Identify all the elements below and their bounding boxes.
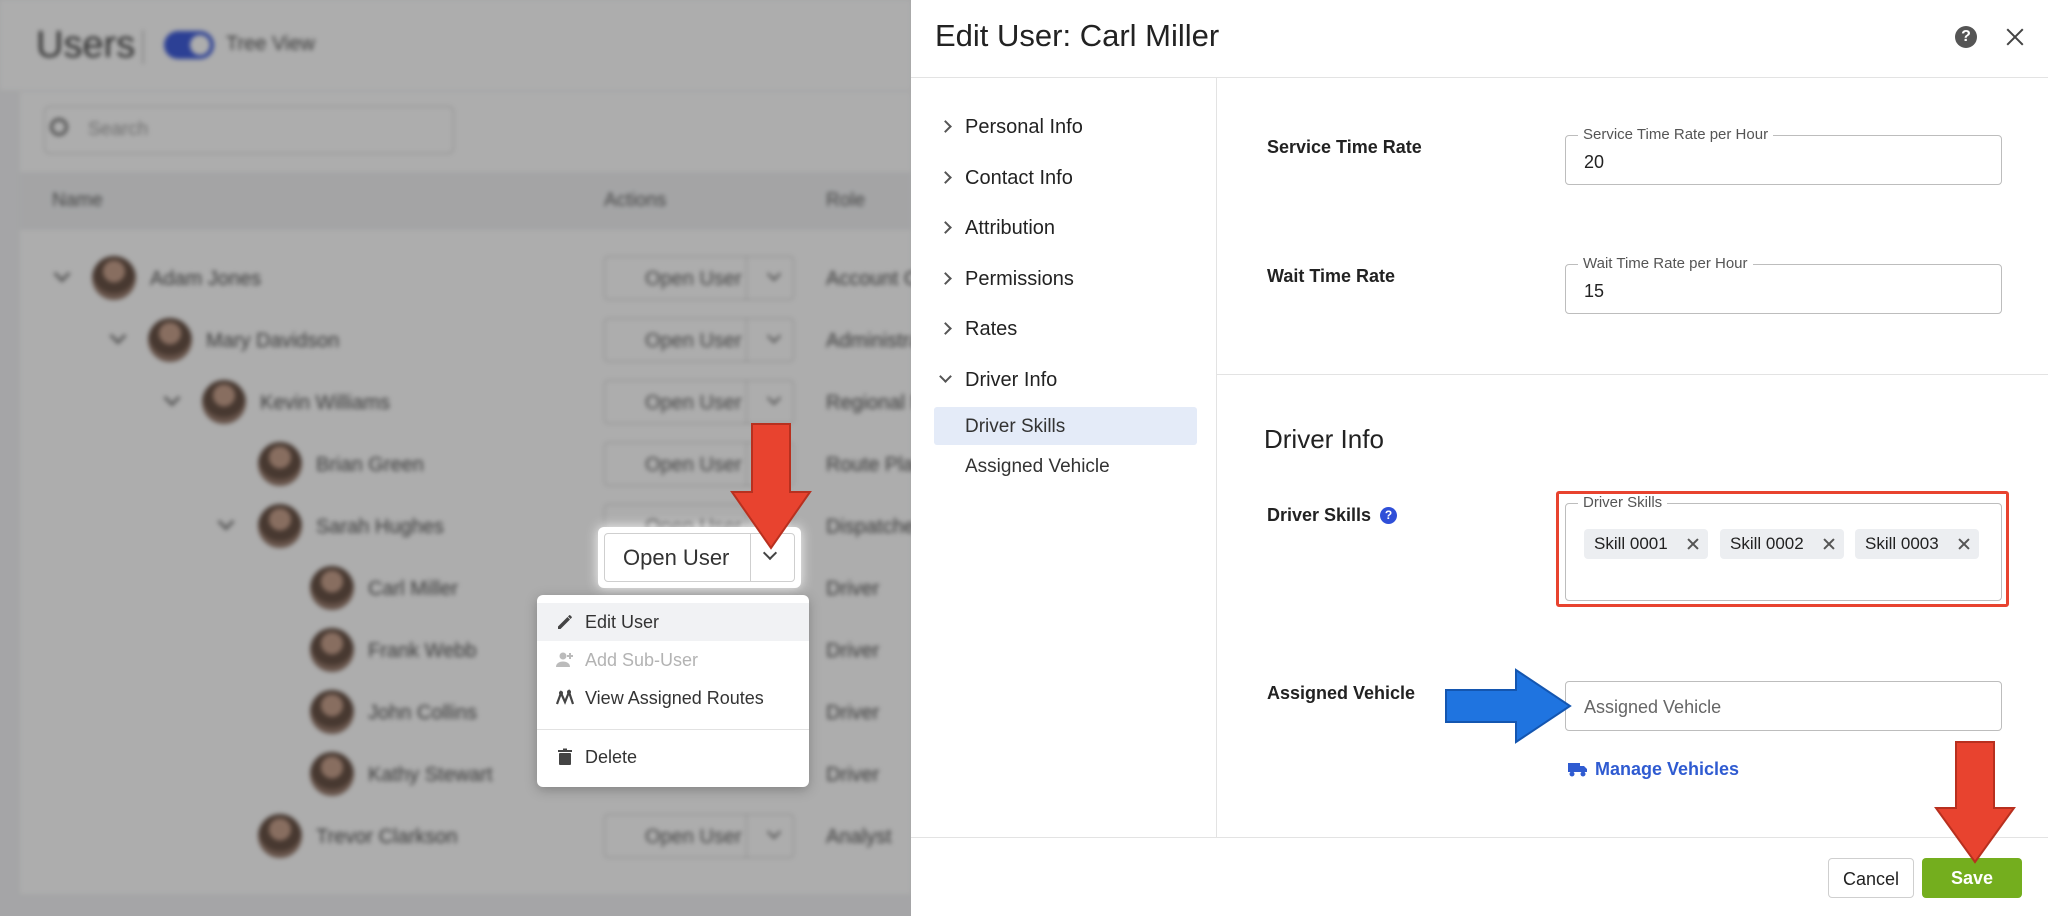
drawer-header-divider — [911, 77, 2048, 78]
chevron-right-icon — [939, 120, 952, 133]
section-divider — [1217, 374, 2048, 375]
menu-divider — [537, 729, 809, 730]
service-time-rate-legend: Service Time Rate per Hour — [1578, 126, 1774, 143]
service-time-rate-label: Service Time Rate — [1267, 137, 1422, 157]
assigned-vehicle-placeholder: Assigned Vehicle — [1584, 697, 1722, 717]
service-time-rate-value: 20 — [1584, 152, 1605, 172]
routes-icon — [555, 688, 575, 705]
user-actions-menu: Edit User Add Sub-User View Assigned Rou… — [537, 595, 809, 787]
menu-item-view-assigned-routes[interactable]: View Assigned Routes — [537, 679, 809, 717]
edit-user-drawer: Edit User: Carl Miller ? Personal Info C… — [911, 0, 2048, 916]
service-time-rate-input[interactable]: Service Time Rate per Hour 20 — [1565, 126, 2002, 185]
wait-time-rate-input[interactable]: Wait Time Rate per Hour 15 — [1565, 255, 2002, 314]
add-user-icon — [556, 652, 573, 667]
pencil-icon — [558, 615, 572, 629]
users-page-background: Users Tree View Search Name Actions Role… — [0, 0, 911, 916]
close-icon[interactable] — [2001, 23, 2029, 51]
menu-item-delete[interactable]: Delete — [537, 738, 809, 776]
open-user-label: Open User — [623, 545, 730, 570]
truck-icon — [1568, 763, 1587, 777]
driver-skills-label: Driver Skills — [1267, 505, 1372, 525]
nav-subitem-driver-skills[interactable]: Driver Skills — [934, 407, 1197, 445]
nav-subitem-assigned-vehicle[interactable]: Assigned Vehicle — [934, 447, 1197, 485]
chevron-right-icon — [939, 221, 952, 234]
driver-info-section-title: Driver Info — [1264, 424, 1384, 454]
help-icon[interactable]: ? — [1380, 507, 1397, 524]
help-icon[interactable]: ? — [1955, 26, 1977, 48]
menu-item-edit-user[interactable]: Edit User — [537, 603, 809, 641]
annotation-arrow-down — [730, 423, 812, 550]
save-button[interactable]: Save — [1922, 858, 2022, 898]
assigned-vehicle-input[interactable]: Assigned Vehicle — [1565, 681, 2002, 731]
footer-divider — [911, 837, 2048, 838]
menu-item-add-sub-user[interactable]: Add Sub-User — [537, 641, 809, 679]
cancel-button[interactable]: Cancel — [1828, 858, 1914, 898]
chevron-down-icon — [939, 370, 952, 383]
chevron-right-icon — [939, 171, 952, 184]
drawer-title: Edit User: Carl Miller — [935, 18, 1220, 53]
assigned-vehicle-label: Assigned Vehicle — [1267, 683, 1416, 703]
annotation-highlight-frame — [1556, 491, 2009, 607]
wait-time-rate-legend: Wait Time Rate per Hour — [1578, 255, 1753, 272]
chevron-right-icon — [939, 272, 952, 285]
wait-time-rate-value: 15 — [1584, 281, 1605, 301]
wait-time-rate-label: Wait Time Rate — [1267, 266, 1396, 286]
chevron-right-icon — [939, 322, 952, 335]
trash-icon — [558, 748, 572, 765]
annotation-arrow-right — [1445, 668, 1572, 744]
annotation-arrow-down — [1934, 741, 2016, 864]
nav-divider — [1216, 77, 1217, 837]
